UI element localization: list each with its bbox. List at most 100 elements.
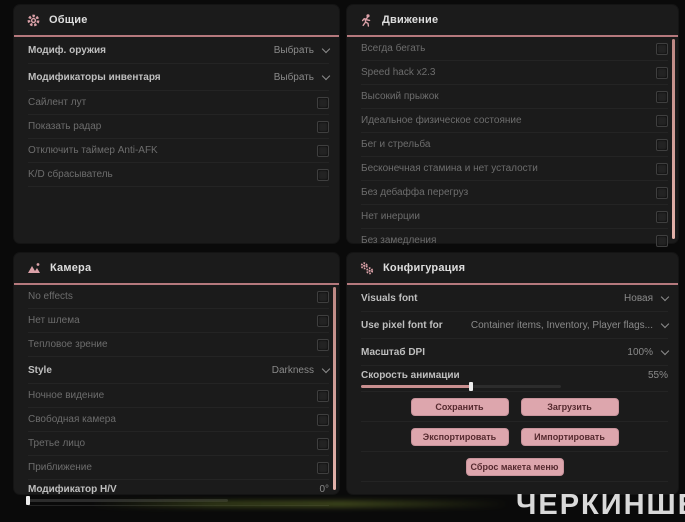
row-label: Модификаторы инвентаря: [28, 71, 161, 83]
scrollbar[interactable]: [672, 39, 675, 239]
row-slider: Скорость анимации 55%: [361, 366, 668, 392]
row-checkbox: Без дебаффа перегруз: [361, 181, 668, 205]
checkbox[interactable]: [317, 437, 329, 450]
checkbox[interactable]: [656, 114, 668, 127]
row-label: No effects: [28, 291, 73, 302]
checkbox[interactable]: [317, 168, 329, 181]
checkbox[interactable]: [317, 120, 329, 133]
checkbox[interactable]: [656, 138, 668, 151]
row-checkbox: Третье лицо: [28, 432, 329, 456]
checkbox[interactable]: [656, 66, 668, 79]
row-dropdown: Visuals font Новая: [361, 285, 670, 312]
row-label: Бег и стрельба: [361, 139, 431, 150]
action-button[interactable]: Сброс макета меню: [465, 457, 564, 476]
checkbox[interactable]: [656, 90, 668, 103]
row-label: Нет шлема: [28, 315, 80, 326]
row-label: Сайлент лут: [28, 97, 87, 108]
action-button[interactable]: Экспортировать: [410, 427, 509, 446]
row-checkbox: Приближение: [28, 456, 329, 480]
row-checkbox: Speed hack x2.3: [361, 61, 668, 85]
slider-handle[interactable]: [26, 496, 30, 505]
dropdown[interactable]: 100%: [627, 346, 670, 358]
mod-menu-screen: { "accent": "#dba1a8", "underline": "#b5…: [0, 0, 685, 521]
panel-title: Конфигурация: [383, 262, 466, 274]
panel-config: Конфигурация Visuals font Новая Use pixel …: [347, 253, 678, 494]
row-label: Нет инерции: [361, 211, 420, 222]
checkbox[interactable]: [317, 461, 329, 474]
slider-track[interactable]: [361, 382, 561, 391]
config-buttons-area: Сохранить Загрузить Экспортировать Импортир…: [347, 392, 678, 482]
checkbox[interactable]: [317, 338, 329, 351]
row-label: Модификатор H/V: [28, 483, 117, 495]
chevron-down-icon: [660, 319, 670, 328]
checkbox[interactable]: [317, 290, 329, 303]
panel-general: Общие Модиф. оружия Выбрать Модификаторы и…: [14, 5, 339, 243]
checkbox[interactable]: [656, 234, 668, 247]
row-label: Бесконечная стамина и нет усталости: [361, 163, 538, 174]
action-button[interactable]: Сохранить: [410, 397, 509, 416]
runner-icon: [361, 13, 371, 27]
button-row: Сохранить Загрузить: [361, 392, 668, 422]
gears-icon: [360, 261, 374, 274]
dropdown[interactable]: Container items, Inventory, Player flags…: [471, 319, 670, 331]
row-checkbox: Нет шлема: [28, 309, 329, 333]
checkbox[interactable]: [317, 144, 329, 157]
action-button[interactable]: Импортировать: [520, 427, 619, 446]
checkbox[interactable]: [656, 42, 668, 55]
row-dropdown: Модификаторы инвентаря Выбрать: [28, 64, 331, 91]
row-label: Без замедления: [361, 235, 437, 246]
row-checkbox: Сайлент лут: [28, 91, 329, 115]
slider-value: 0°: [319, 483, 329, 495]
chevron-down-icon: [321, 44, 331, 53]
checkbox[interactable]: [317, 96, 329, 109]
checkbox[interactable]: [317, 389, 329, 402]
row-label: Высокий прыжок: [361, 91, 439, 102]
row-label: Speed hack x2.3: [361, 67, 436, 78]
row-label: Use pixel font for: [361, 319, 443, 331]
panel-movement-header: Движение: [347, 5, 678, 37]
row-label: Третье лицо: [28, 438, 86, 449]
row-checkbox: No effects: [28, 285, 329, 309]
row-label: Style: [28, 364, 52, 376]
row-checkbox: Тепловое зрение: [28, 333, 329, 357]
slider-row-top: Скорость анимации 55%: [361, 368, 668, 382]
panel-title: Движение: [382, 14, 439, 26]
row-label: Visuals font: [361, 292, 418, 304]
row-checkbox: Ночное видение: [28, 384, 329, 408]
row-label: Без дебаффа перегруз: [361, 187, 469, 198]
slider-fill: [361, 385, 471, 388]
checkbox[interactable]: [656, 186, 668, 199]
row-dropdown: Модиф. оружия Выбрать: [28, 37, 331, 64]
row-checkbox: Высокий прыжок: [361, 85, 668, 109]
checkbox[interactable]: [656, 210, 668, 223]
row-checkbox: Бесконечная стамина и нет усталости: [361, 157, 668, 181]
dropdown[interactable]: Выбрать: [274, 44, 331, 56]
action-button[interactable]: Загрузить: [520, 397, 619, 416]
gear-icon: [27, 14, 40, 26]
button-row: Сброс макета меню: [361, 452, 668, 482]
checkbox[interactable]: [656, 162, 668, 175]
panel-movement-rows: Всегда бегать Speed hack x2.3 Высокий прыж…: [347, 37, 678, 253]
dropdown[interactable]: Новая: [624, 292, 670, 304]
row-checkbox: Бег и стрельба: [361, 133, 668, 157]
row-label: Показать радар: [28, 121, 102, 132]
chevron-down-icon: [321, 364, 331, 373]
dropdown-value: Новая: [624, 292, 653, 304]
row-checkbox: Всегда бегать: [361, 37, 668, 61]
panel-camera-rows: No effects Нет шлема Тепловое зрение Style D…: [14, 285, 339, 506]
panel-general-header: Общие: [14, 5, 339, 37]
row-label: Отключить таймер Anti-AFK: [28, 145, 158, 156]
panel-title: Общие: [49, 14, 88, 26]
row-checkbox: Свободная камера: [28, 408, 329, 432]
dropdown[interactable]: Выбрать: [274, 71, 331, 83]
row-label: Свободная камера: [28, 414, 116, 425]
checkbox[interactable]: [317, 314, 329, 327]
panel-title: Камера: [50, 262, 92, 274]
panel-movement: Движение Всегда бегать Speed hack x2.3 Выс…: [347, 5, 678, 253]
dropdown[interactable]: Darkness: [272, 364, 331, 376]
slider-handle[interactable]: [469, 382, 473, 391]
chevron-down-icon: [660, 346, 670, 355]
checkbox[interactable]: [317, 413, 329, 426]
row-checkbox: Нет инерции: [361, 205, 668, 229]
scrollbar[interactable]: [333, 287, 336, 490]
